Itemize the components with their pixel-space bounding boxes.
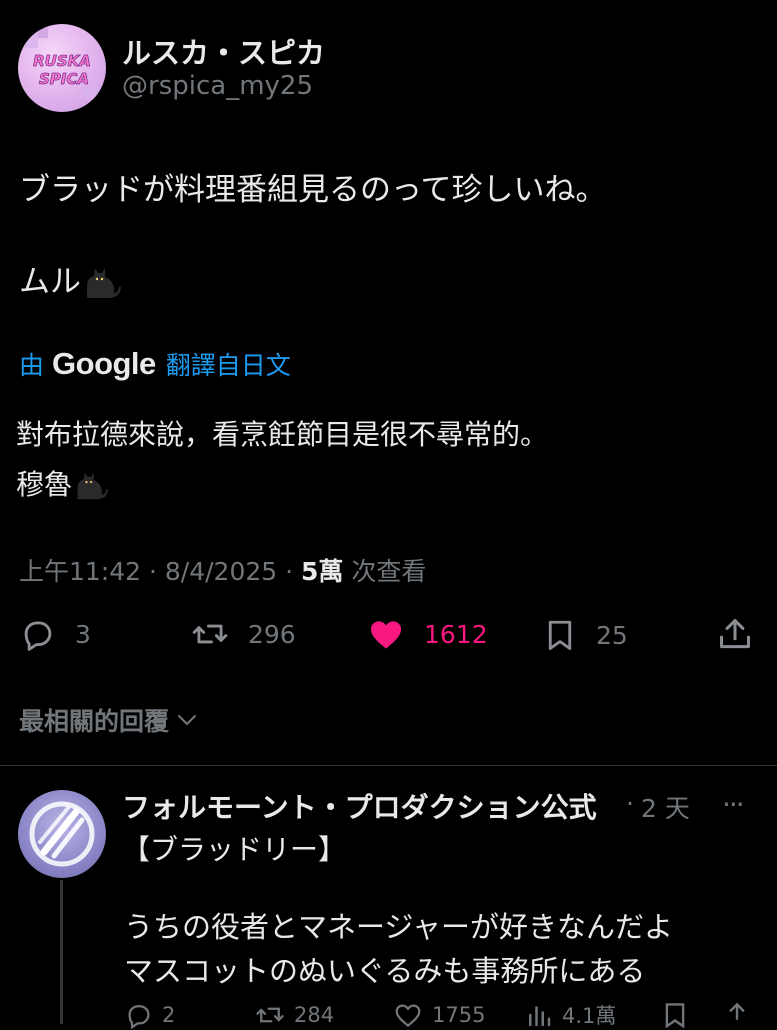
bookmark-icon [665,1003,685,1029]
reply-like-button[interactable]: 1755 [392,1000,485,1030]
author-avatar[interactable]: RUSKA SPICA [18,24,106,112]
translated-text-line1: 對布拉德來說，看烹飪節目是很不尋常的。 [16,418,549,451]
views-count: 5萬 [301,557,344,586]
replies-sort-dropdown[interactable]: 最相關的回覆 [19,702,199,738]
author-handle[interactable]: @rspica_my25 [122,71,313,101]
tweet-text-line1: ブラッドが料理番組見るのって珍しいね。 [19,172,607,208]
bar-chart-icon [529,1006,551,1027]
avatar-logo-line1: RUSKA [33,52,91,70]
thread-connector-line [60,880,63,1024]
reply-reply-button[interactable]: 2 [124,1000,175,1030]
reply-views-count: 4.1萬 [562,1004,617,1028]
reply-author-avatar[interactable] [18,790,106,878]
translation-prefix: 由 [19,351,45,380]
share-upload-icon [720,619,750,649]
bookmark-icon [548,620,572,650]
views-label: 次查看 [343,557,427,586]
avatar-logo-line2: SPICA [39,70,89,88]
reply-repost-count: 284 [294,1003,335,1027]
repost-button[interactable]: 296 [190,615,296,653]
heart-icon [370,621,402,649]
repost-arrows-icon [256,1007,284,1023]
author-name[interactable]: ルスカ・スピカ [122,30,325,72]
more-options-icon[interactable]: ··· [722,788,745,821]
tweet-timestamp[interactable]: 上午11:42 · 8/4/2025 · [19,557,301,586]
speech-bubble-icon [24,621,52,651]
reply-count: 3 [75,619,91,649]
reply-repost-button[interactable]: 284 [254,1000,334,1030]
tweet-text-line2: ムル [19,264,81,300]
black-cat-emoji-icon [72,465,110,508]
section-divider [0,765,777,766]
reply-bookmark-button[interactable] [660,1000,690,1030]
reply-reply-count: 2 [162,1003,176,1027]
reply-like-count: 1755 [432,1003,486,1027]
reply-separator-dot: · [626,789,634,818]
repost-count: 296 [248,619,296,649]
reply-time[interactable]: 2 天 [641,789,690,825]
translated-text-line2-container: 穆魯 [16,463,110,508]
tweet-text-line2-container: ムル [19,256,123,308]
bookmark-count: 25 [596,620,628,650]
translation-attribution: 由 Google 翻譯自日文 [19,346,291,382]
reply-text-line1: うちの役者とマネージャーが好きなんだよ [124,910,673,944]
reply-views-button[interactable]: 4.1萬 [524,1000,616,1030]
reply-button[interactable]: 3 [19,615,91,653]
chevron-down-icon [178,715,197,725]
share-button[interactable] [716,615,754,653]
translation-source-link[interactable]: 翻譯自日文 [166,346,291,382]
speech-bubble-icon [128,1005,150,1030]
like-count: 1612 [424,619,488,649]
translated-text-line2: 穆魯 [16,468,73,501]
tweet-meta: 上午11:42 · 8/4/2025 · 5萬 次查看 [19,552,426,588]
reply-text-line2: マスコットのぬいぐるみも事務所にある [124,954,646,988]
like-button[interactable]: 1612 [366,615,488,653]
replies-sort-label: 最相關的回覆 [19,707,170,736]
reply-author-name[interactable]: フォルモーント・プロダクション公式 [122,786,597,826]
share-upload-icon [729,1002,745,1020]
heart-icon [395,1004,421,1028]
repost-arrows-icon [192,624,228,644]
reply-share-button[interactable] [722,1000,752,1030]
reply-subtitle: 【ブラッドリー】 [122,833,347,866]
black-cat-emoji-icon [81,260,123,308]
bookmark-button[interactable]: 25 [542,615,628,655]
google-logo: Google [52,346,156,381]
